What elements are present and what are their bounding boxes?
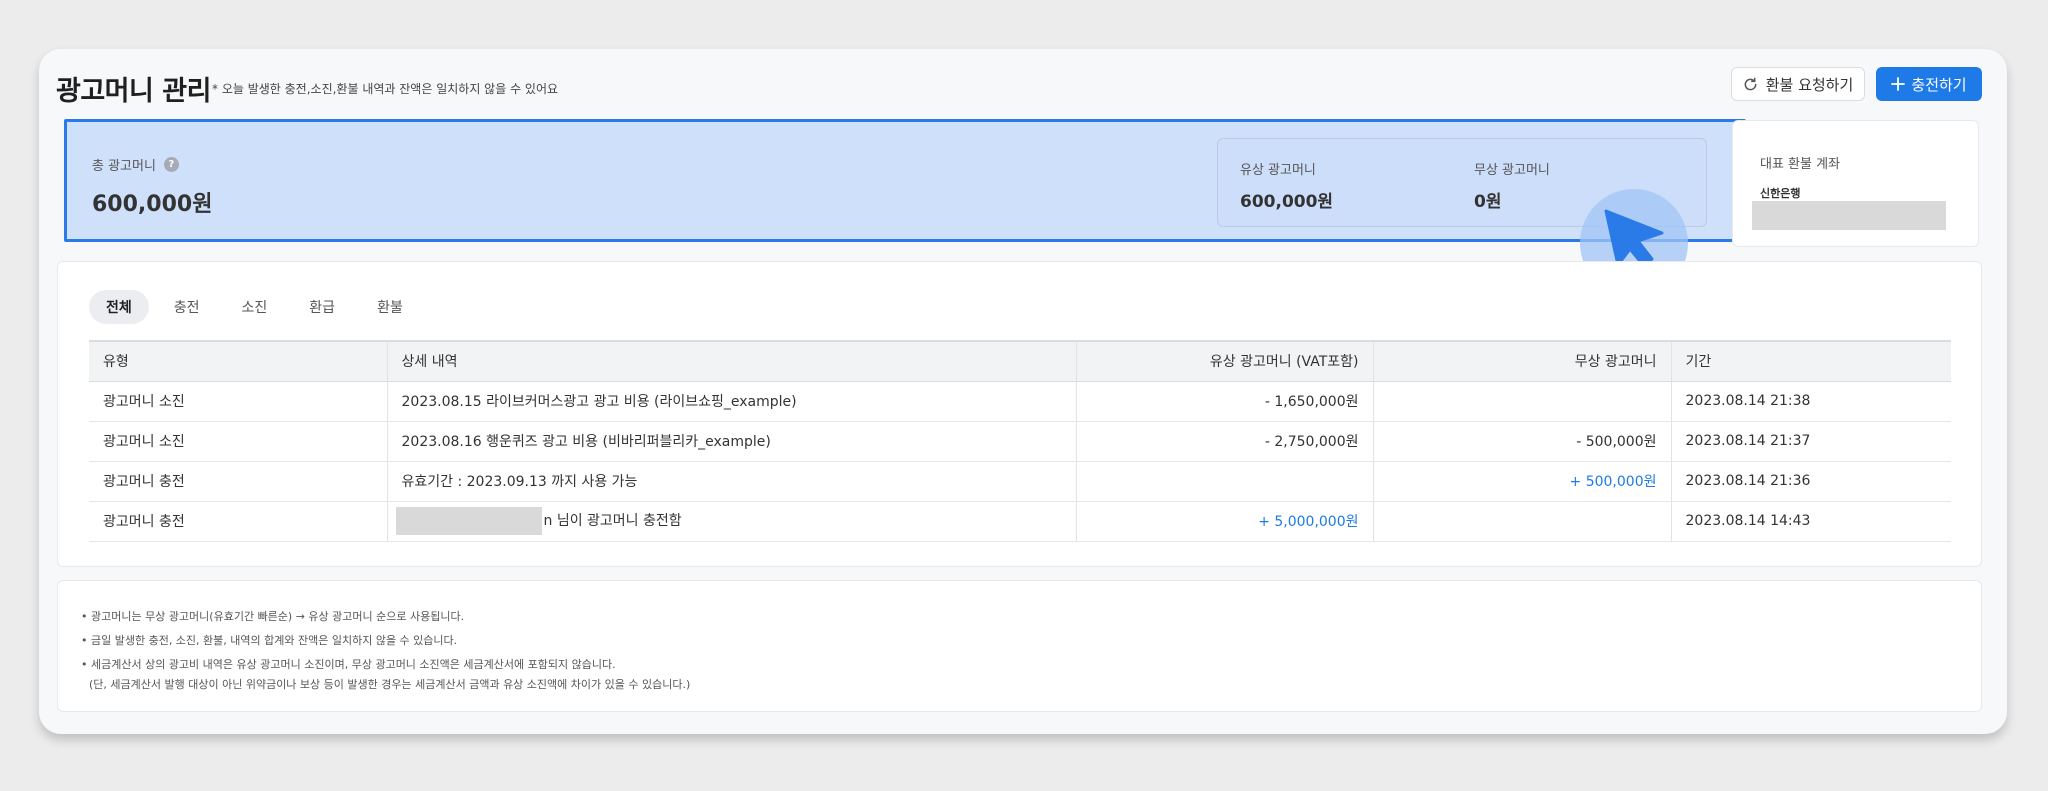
refund-request-button[interactable]: 환불 요청하기 [1731, 67, 1865, 101]
tab-spend[interactable]: 소진 [225, 290, 285, 324]
cell-date: 2023.08.14 21:37 [1670, 421, 1951, 462]
cell-detail: 2023.08.15 라이브커머스광고 광고 비용 (라이브쇼핑_example… [386, 381, 1076, 422]
paid-balance-label: 유상 광고머니 [1240, 163, 1316, 178]
balance-summary[interactable]: 총 광고머니 ? 600,000원 유상 광고머니 600,000원 무상 광고… [64, 119, 1746, 242]
refund-account-box: 대표 환불 계좌 신한은행 [1732, 120, 1979, 247]
col-date: 기간 [1670, 340, 1951, 382]
free-balance-label: 무상 광고머니 [1474, 163, 1550, 178]
paid-balance-amount: 600,000원 [1240, 192, 1334, 212]
col-free: 무상 광고머니 [1372, 340, 1671, 382]
tab-all[interactable]: 전체 [89, 290, 149, 324]
cell-free: + 500,000원 [1372, 461, 1671, 502]
col-detail: 상세 내역 [386, 340, 1076, 382]
transaction-panel: 전체 충전 소진 환급 환불 유형 상세 내역 유상 광고머니 (VAT포함) … [57, 261, 1982, 567]
account-number-mask [1752, 201, 1946, 230]
table-row: 광고머니 소진 2023.08.16 행운퀴즈 광고 비용 (비바리퍼블리카_e… [89, 421, 1951, 462]
col-type: 유형 [89, 340, 387, 382]
cell-date: 2023.08.14 21:38 [1670, 381, 1951, 422]
page-title: 광고머니 관리 [56, 76, 211, 107]
refund-account-bank: 신한은행 [1760, 187, 1801, 200]
transaction-table: 유형 상세 내역 유상 광고머니 (VAT포함) 무상 광고머니 기간 광고머니… [89, 340, 1951, 542]
notes-box: • 광고머니는 무상 광고머니(유효기간 빠른순) → 유상 광고머니 순으로 … [57, 580, 1982, 712]
cell-detail: 유효기간 : 2023.09.13 까지 사용 가능 [386, 461, 1076, 502]
cell-paid: - 2,750,000원 [1075, 421, 1373, 462]
total-balance-label-row: 총 광고머니 ? [92, 155, 179, 174]
name-mask [395, 507, 542, 535]
note-item: • 금일 발생한 충전, 소진, 환불, 내역의 합계와 잔액은 일치하지 않을… [81, 634, 458, 647]
tab-reimburse[interactable]: 환급 [292, 290, 352, 324]
free-balance-amount: 0원 [1474, 192, 1502, 212]
refresh-icon [1744, 77, 1757, 90]
cell-type: 광고머니 소진 [89, 421, 387, 462]
tab-charge[interactable]: 충전 [157, 290, 217, 324]
filter-tabs: 전체 충전 소진 환급 환불 [89, 290, 420, 324]
refund-account-title: 대표 환불 계좌 [1760, 157, 1841, 172]
tab-refund[interactable]: 환불 [360, 290, 420, 324]
cell-detail: 2023.08.16 행운퀴즈 광고 비용 (비바리퍼블리카_example) [386, 421, 1076, 462]
note-item: (단, 세금계산서 발행 대상이 아닌 위약금이나 보상 등이 발생한 경우는 … [89, 678, 691, 691]
cell-paid: - 1,650,000원 [1075, 381, 1373, 422]
cell-paid [1075, 461, 1373, 502]
ad-money-card: 광고머니 관리 * 오늘 발생한 충전,소진,환불 내역과 잔액은 일치하지 않… [39, 49, 2007, 734]
total-balance-label: 총 광고머니 [92, 159, 156, 174]
cell-detail: n 님이 광고머니 충전함 [543, 513, 682, 529]
col-paid: 유상 광고머니 (VAT포함) [1075, 340, 1373, 382]
cell-free [1372, 381, 1671, 422]
cell-paid: + 5,000,000원 [1075, 501, 1373, 542]
cell-type: 광고머니 충전 [89, 461, 387, 502]
total-balance-amount: 600,000원 [92, 192, 213, 217]
cell-type: 광고머니 소진 [89, 381, 387, 422]
table-header-row: 유형 상세 내역 유상 광고머니 (VAT포함) 무상 광고머니 기간 [89, 340, 1951, 382]
table-row: 광고머니 충전 유효기간 : 2023.09.13 까지 사용 가능 + 500… [89, 461, 1951, 502]
cell-detail-wrap: n 님이 광고머니 충전함 [386, 501, 1076, 542]
cell-free: - 500,000원 [1372, 421, 1671, 462]
charge-label: 충전하기 [1911, 75, 1967, 94]
help-icon[interactable]: ? [163, 157, 179, 172]
cell-date: 2023.08.14 21:36 [1670, 461, 1951, 502]
cell-type: 광고머니 충전 [89, 501, 387, 542]
table-row: 광고머니 소진 2023.08.15 라이브커머스광고 광고 비용 (라이브쇼핑… [89, 381, 1951, 422]
cell-date: 2023.08.14 14:43 [1670, 501, 1951, 542]
plus-icon [1891, 77, 1906, 91]
note-item: • 광고머니는 무상 광고머니(유효기간 빠른순) → 유상 광고머니 순으로 … [81, 610, 465, 623]
table-row: 광고머니 충전 n 님이 광고머니 충전함 + 5,000,000원 2023.… [89, 501, 1951, 542]
page-subtitle: * 오늘 발생한 충전,소진,환불 내역과 잔액은 일치하지 않을 수 있어요 [212, 82, 559, 96]
cell-free [1372, 501, 1671, 542]
charge-button[interactable]: 충전하기 [1876, 67, 1982, 101]
refund-request-label: 환불 요청하기 [1765, 75, 1854, 94]
